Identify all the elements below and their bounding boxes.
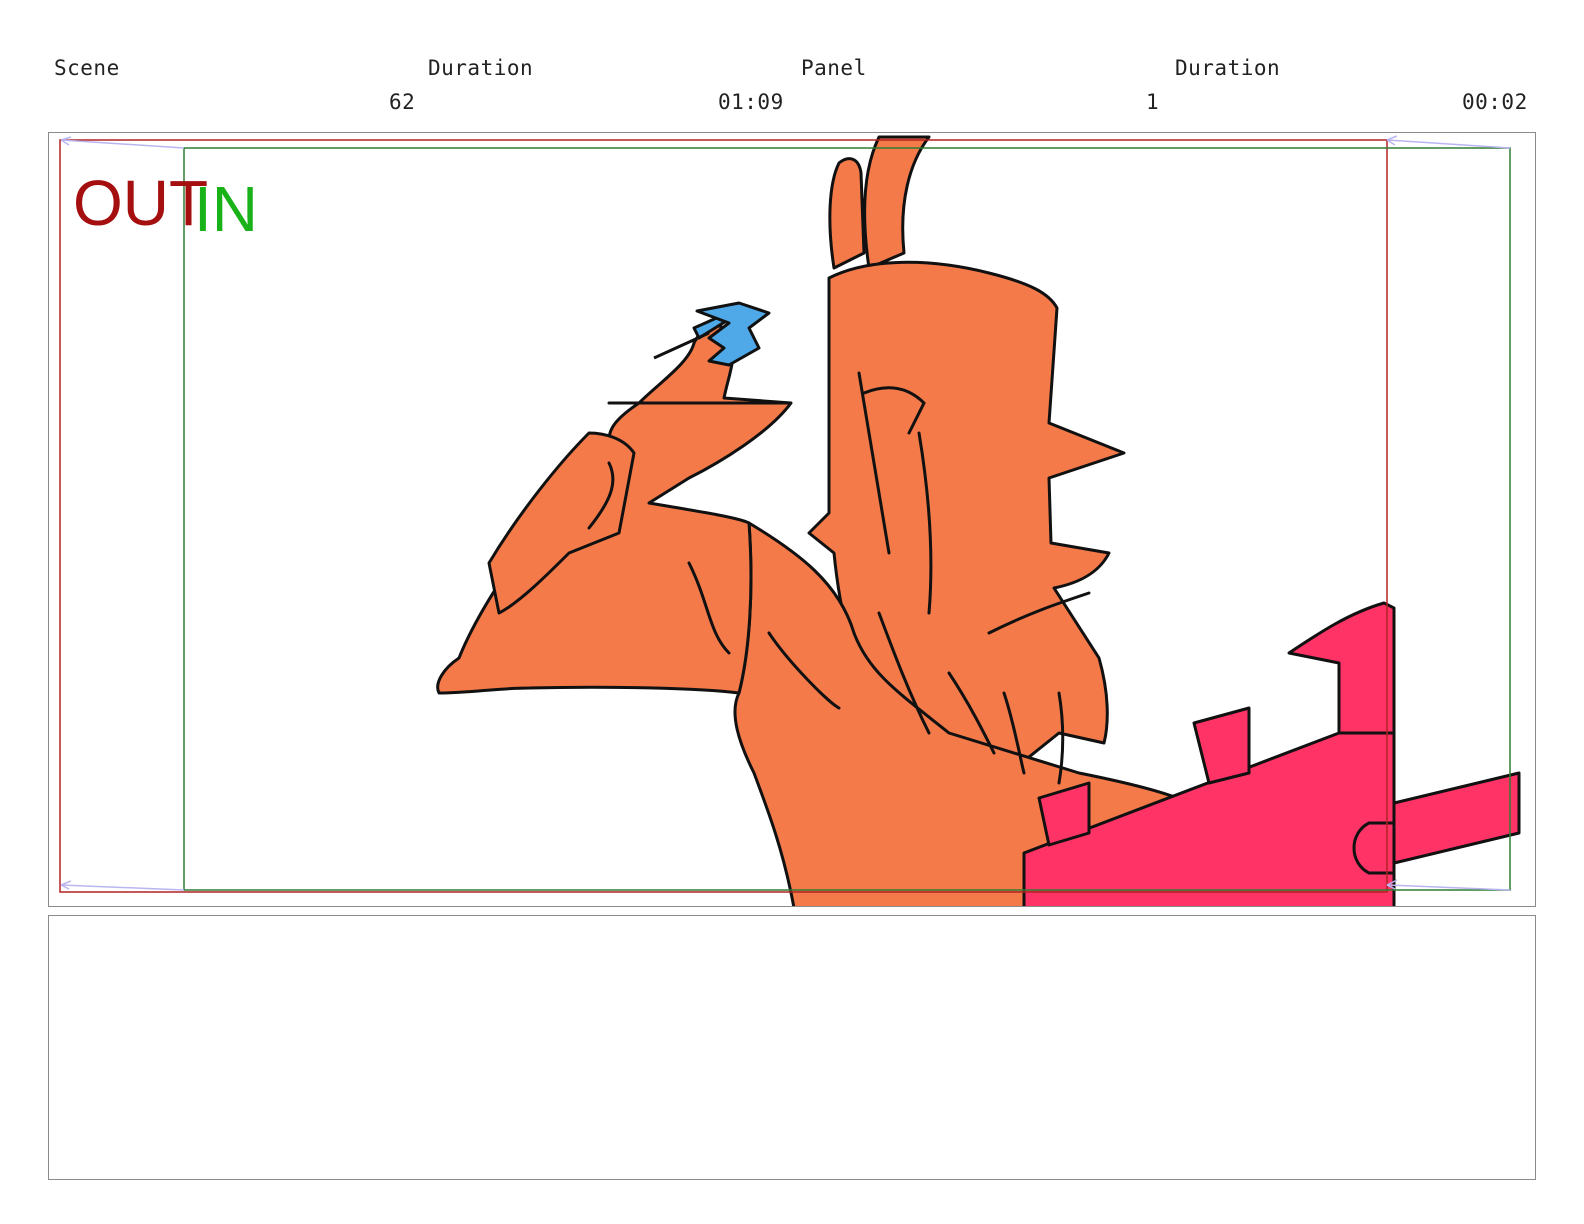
character-ear xyxy=(828,157,866,270)
panel-label: Panel xyxy=(801,56,867,80)
weapon-shaft xyxy=(1392,771,1521,865)
out-label: OUT xyxy=(73,167,208,239)
character-figure xyxy=(436,135,1211,906)
character-horn xyxy=(863,135,931,270)
weapon-prong xyxy=(1192,706,1251,785)
scene-number: 62 xyxy=(389,90,416,114)
in-label: IN xyxy=(194,173,258,245)
panel-duration-value: 00:02 xyxy=(1462,90,1528,114)
scene-duration-value: 01:09 xyxy=(718,90,784,114)
notes-text xyxy=(49,916,1535,940)
scene-label: Scene xyxy=(54,56,120,80)
panel-duration-label: Duration xyxy=(1175,56,1281,80)
panel-number: 1 xyxy=(1146,90,1160,114)
weapon-guard xyxy=(1352,821,1396,875)
panel-drawing: OUT IN xyxy=(59,135,1521,906)
scene-duration-label: Duration xyxy=(428,56,534,80)
storyboard-panel: OUT IN xyxy=(48,132,1536,907)
notes-box[interactable] xyxy=(48,915,1536,1180)
weapon xyxy=(1022,601,1521,906)
